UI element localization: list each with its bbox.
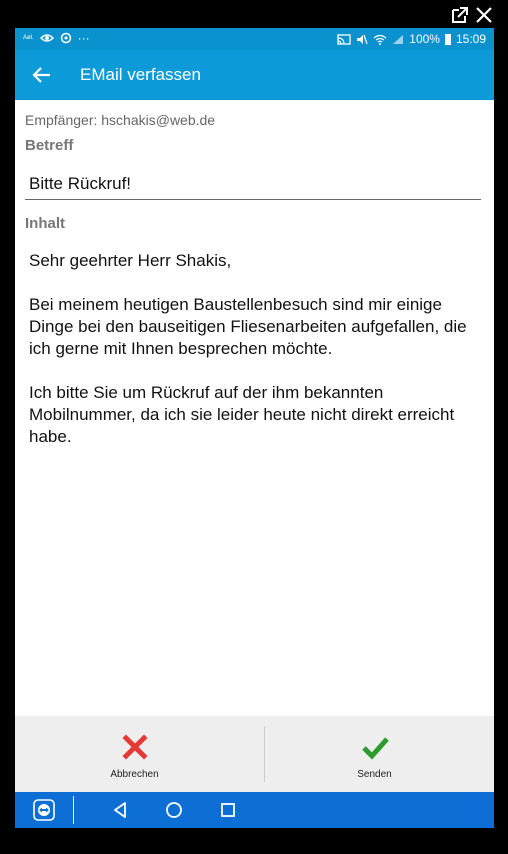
window-frame-top (0, 0, 508, 30)
phone-screen: Aøl. ··· 100% 15:09 EMail verfassen Empf… (15, 28, 494, 828)
back-arrow-icon[interactable] (31, 64, 53, 86)
send-button[interactable]: Senden (255, 716, 494, 792)
subject-input[interactable] (25, 168, 481, 200)
nav-separator (73, 796, 74, 824)
red-x-icon (121, 734, 148, 760)
status-bar: Aøl. ··· 100% 15:09 (15, 28, 494, 50)
subject-label: Betreff (25, 137, 74, 154)
cast-icon (337, 33, 351, 45)
back-triangle-icon[interactable] (109, 799, 131, 821)
recipient-text: Empfänger: hschakis@web.de (25, 112, 216, 128)
battery-icon (444, 33, 451, 45)
message-body-field[interactable]: Sehr geehrter Herr Shakis, Bei meinem he… (29, 250, 489, 448)
status-time: 15:09 (455, 32, 486, 46)
battery-percent: 100% (409, 32, 440, 46)
home-circle-icon[interactable] (163, 799, 185, 821)
close-icon[interactable] (474, 5, 494, 25)
content-label: Inhalt (25, 215, 65, 232)
popout-icon[interactable] (450, 5, 470, 25)
status-left-icons: Aøl. ··· (23, 31, 90, 45)
action-bar: Abbrechen Senden (15, 716, 494, 792)
status-carrier-text: Aøl. (23, 35, 34, 41)
more-notifications-icon: ··· (77, 31, 90, 45)
green-check-icon (361, 737, 389, 760)
status-right-icons: 100% 15:09 (337, 32, 486, 46)
send-label: Senden (357, 769, 392, 780)
mute-icon (357, 34, 368, 44)
page-title: EMail verfassen (80, 65, 201, 84)
signal-icon (393, 34, 404, 44)
sync-icon (60, 32, 71, 44)
eye-icon (39, 34, 54, 42)
app-bar: EMail verfassen (15, 50, 494, 100)
system-nav-bar (15, 792, 494, 828)
recents-square-icon[interactable] (217, 799, 239, 821)
wifi-icon (373, 34, 387, 45)
teamviewer-icon[interactable] (33, 799, 55, 821)
cancel-label: Abbrechen (110, 769, 159, 780)
cancel-button[interactable]: Abbrechen (15, 716, 254, 792)
window-frame-bottom (0, 828, 508, 854)
